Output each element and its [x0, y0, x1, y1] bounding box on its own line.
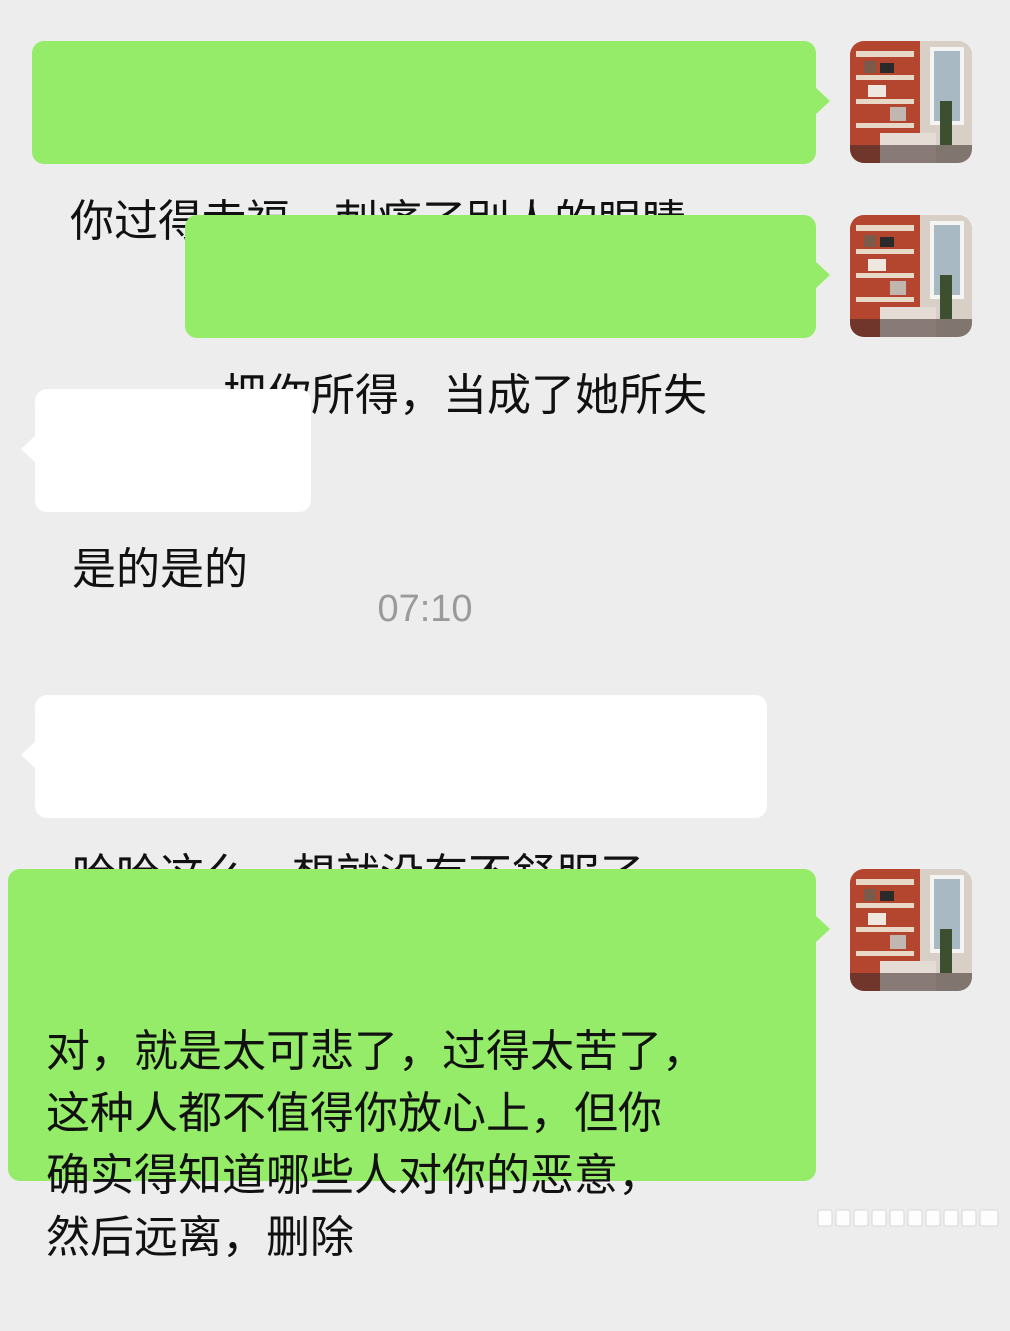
message-text: 把你所得，当成了她所失	[223, 370, 707, 421]
message-timestamp: 07:10	[377, 588, 473, 630]
message-text: 对，就是太可悲了，过得太苦了， 这种人都不值得你放心上，但你 确实得知道哪些人对…	[46, 1026, 706, 1263]
message-bubble-sent[interactable]: 对，就是太可悲了，过得太苦了， 这种人都不值得你放心上，但你 确实得知道哪些人对…	[8, 869, 830, 1263]
message-bubble-sent[interactable]: 你过得幸福，刺痛了别人的眼睛	[32, 41, 830, 247]
avatar-icon[interactable]	[850, 41, 972, 163]
watermark-icon	[817, 1209, 999, 1227]
message-bubble-received[interactable]: 是的是的	[21, 389, 311, 595]
message-bubble-sent[interactable]: 把你所得，当成了她所失	[185, 215, 830, 421]
message-bubble-received[interactable]: 哈哈这么一想就没有不舒服了	[21, 695, 767, 901]
avatar-icon[interactable]	[850, 215, 972, 337]
avatar-icon[interactable]	[850, 869, 972, 991]
